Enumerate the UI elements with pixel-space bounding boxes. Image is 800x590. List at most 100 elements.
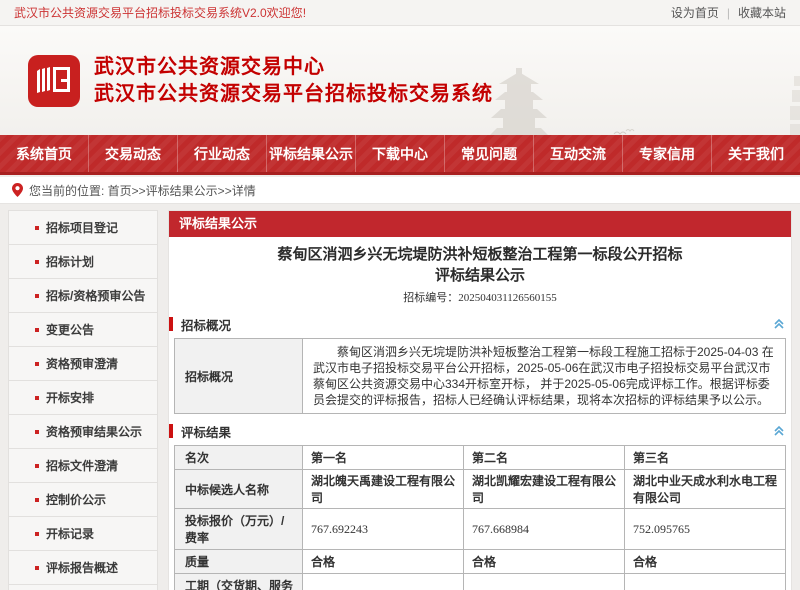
table-row: 质量 合格 合格 合格 <box>175 550 786 574</box>
welcome-text: 武汉市公共资源交易平台招标投标交易系统V2.0欢迎您! <box>14 4 306 21</box>
section-accent-bar <box>169 424 173 438</box>
cell-duration-2: 540 <box>464 574 625 590</box>
main-panel: 评标结果公示 蔡甸区消泗乡兴无垸堤防洪补短板整治工程第一标段公开招标 评标结果公… <box>168 210 792 590</box>
table-row: 投标报价（万元）/费率 767.692243 767.668984 752.09… <box>175 509 786 550</box>
cell-duration-1: 540 <box>303 574 464 590</box>
nav-item-industry-news[interactable]: 行业动态 <box>178 135 267 172</box>
row-label: 质量 <box>175 550 303 574</box>
sidebar-item-label: 开标记录 <box>46 525 94 542</box>
sidebar-item-prequal-clarify[interactable]: 资格预审澄清 <box>9 347 157 381</box>
cell-rank-3: 第三名 <box>625 446 786 470</box>
cell-candidate-3: 湖北中业天成水利水电工程有限公司 <box>625 470 786 509</box>
overview-section-head: 招标概况 <box>169 313 785 335</box>
sidebar-item-change-notice[interactable]: 变更公告 <box>9 313 157 347</box>
section-banner: 评标结果公示 <box>169 211 791 237</box>
bullet-icon <box>35 226 39 230</box>
sidebar: 招标项目登记 招标计划 招标/资格预审公告 变更公告 资格预审澄清 开标安排 资… <box>8 210 158 590</box>
nav-item-interaction[interactable]: 互动交流 <box>534 135 623 172</box>
sidebar-item-prequal-result[interactable]: 资格预审结果公示 <box>9 415 157 449</box>
sidebar-item-label: 控制价公示 <box>46 491 106 508</box>
collapse-icon[interactable] <box>773 318 785 330</box>
result-table: 名次 第一名 第二名 第三名 中标候选人名称 湖北魄天禹建设工程有限公司 湖北凯… <box>174 445 786 590</box>
sidebar-item-label: 招标/资格预审公告 <box>46 287 145 304</box>
sidebar-item-opening-schedule[interactable]: 开标安排 <box>9 381 157 415</box>
bullet-icon <box>35 328 39 332</box>
cell-candidate-1: 湖北魄天禹建设工程有限公司 <box>303 470 464 509</box>
nav-item-home[interactable]: 系统首页 <box>0 135 89 172</box>
sidebar-item-control-price[interactable]: 控制价公示 <box>9 483 157 517</box>
sidebar-item-label: 资格预审澄清 <box>46 355 118 372</box>
table-row: 工期（交货期、服务期） 540 540 540 <box>175 574 786 590</box>
sidebar-item-label: 评标报告概述 <box>46 559 118 576</box>
bullet-icon <box>35 362 39 366</box>
overview-row-label: 招标概况 <box>175 339 303 414</box>
sidebar-item-opening-record[interactable]: 开标记录 <box>9 517 157 551</box>
nav-item-about[interactable]: 关于我们 <box>712 135 800 172</box>
result-section-head: 评标结果 <box>169 420 785 442</box>
bid-number: 招标编号：202504031126560155 <box>177 289 783 305</box>
collapse-icon[interactable] <box>773 425 785 437</box>
cell-quality-2: 合格 <box>464 550 625 574</box>
pagoda-edge-icon <box>790 76 800 135</box>
cell-duration-3: 540 <box>625 574 786 590</box>
row-label: 工期（交货期、服务期） <box>175 574 303 590</box>
bullet-icon <box>35 396 39 400</box>
row-label: 名次 <box>175 446 303 470</box>
section-accent-bar <box>169 317 173 331</box>
overview-table: 招标概况 蔡甸区消泗乡兴无垸堤防洪补短板整治工程第一标段工程施工招标于2025-… <box>174 338 786 414</box>
nav-item-eval-results[interactable]: 评标结果公示 <box>267 135 356 172</box>
notice-title-line2: 评标结果公示 <box>177 265 783 286</box>
table-row: 名次 第一名 第二名 第三名 <box>175 446 786 470</box>
bullet-icon <box>35 464 39 468</box>
cell-rank-2: 第二名 <box>464 446 625 470</box>
row-label: 中标候选人名称 <box>175 470 303 509</box>
birds-icon <box>612 128 638 135</box>
overview-text: 蔡甸区消泗乡兴无垸堤防洪补短板整治工程第一标段工程施工招标于2025-04-03… <box>313 344 775 408</box>
cell-price-1: 767.692243 <box>303 509 464 550</box>
sidebar-item-label: 招标计划 <box>46 253 94 270</box>
nav-item-faq[interactable]: 常见问题 <box>445 135 534 172</box>
overview-heading: 招标概况 <box>181 315 231 334</box>
sidebar-item-label: 招标文件澄清 <box>46 457 118 474</box>
system-name: 武汉市公共资源交易平台招标投标交易系统 <box>94 81 493 108</box>
bullet-icon <box>35 430 39 434</box>
table-row: 中标候选人名称 湖北魄天禹建设工程有限公司 湖北凯耀宏建设工程有限公司 湖北中业… <box>175 470 786 509</box>
sidebar-item-project-register[interactable]: 招标项目登记 <box>9 211 157 245</box>
bullet-icon <box>35 498 39 502</box>
location-pin-icon <box>12 183 23 197</box>
favorite-link[interactable]: 收藏本站 <box>738 4 786 21</box>
cell-rank-1: 第一名 <box>303 446 464 470</box>
set-home-link[interactable]: 设为首页 <box>671 4 719 21</box>
sidebar-item-doc-clarify[interactable]: 招标文件澄清 <box>9 449 157 483</box>
sidebar-item-bid-plan[interactable]: 招标计划 <box>9 245 157 279</box>
breadcrumb: 您当前的位置: 首页>>评标结果公示>>详情 <box>0 177 800 204</box>
sidebar-item-label: 招标项目登记 <box>46 219 118 236</box>
bullet-icon <box>35 294 39 298</box>
bullet-icon <box>35 566 39 570</box>
breadcrumb-text[interactable]: 您当前的位置: 首页>>评标结果公示>>详情 <box>29 182 256 199</box>
nav-item-expert-credit[interactable]: 专家信用 <box>623 135 712 172</box>
sidebar-item-label: 开标安排 <box>46 389 94 406</box>
sidebar-item-eval-report[interactable]: 评标报告概述 <box>9 551 157 585</box>
nav-item-trade-news[interactable]: 交易动态 <box>89 135 178 172</box>
org-name: 武汉市公共资源交易中心 <box>94 54 493 81</box>
main-nav: 系统首页 交易动态 行业动态 评标结果公示 下载中心 常见问题 互动交流 专家信… <box>0 135 800 175</box>
cell-price-3: 752.095765 <box>625 509 786 550</box>
sidebar-item-eval-result-notice[interactable]: 评标结果公示 <box>9 585 157 590</box>
cell-quality-3: 合格 <box>625 550 786 574</box>
logo <box>28 55 80 107</box>
topbar-separator: | <box>727 6 730 20</box>
bullet-icon <box>35 260 39 264</box>
pagoda-watermark-icon <box>487 66 551 135</box>
sidebar-item-prequal-notice[interactable]: 招标/资格预审公告 <box>9 279 157 313</box>
result-heading: 评标结果 <box>181 422 231 441</box>
sidebar-item-label: 变更公告 <box>46 321 94 338</box>
sidebar-item-label: 资格预审结果公示 <box>46 423 142 440</box>
cell-price-2: 767.668984 <box>464 509 625 550</box>
bullet-icon <box>35 532 39 536</box>
cell-quality-1: 合格 <box>303 550 464 574</box>
cell-candidate-2: 湖北凯耀宏建设工程有限公司 <box>464 470 625 509</box>
table-row: 招标概况 蔡甸区消泗乡兴无垸堤防洪补短板整治工程第一标段工程施工招标于2025-… <box>175 339 786 414</box>
nav-item-downloads[interactable]: 下载中心 <box>356 135 445 172</box>
topbar: 武汉市公共资源交易平台招标投标交易系统V2.0欢迎您! 设为首页 | 收藏本站 <box>0 0 800 26</box>
